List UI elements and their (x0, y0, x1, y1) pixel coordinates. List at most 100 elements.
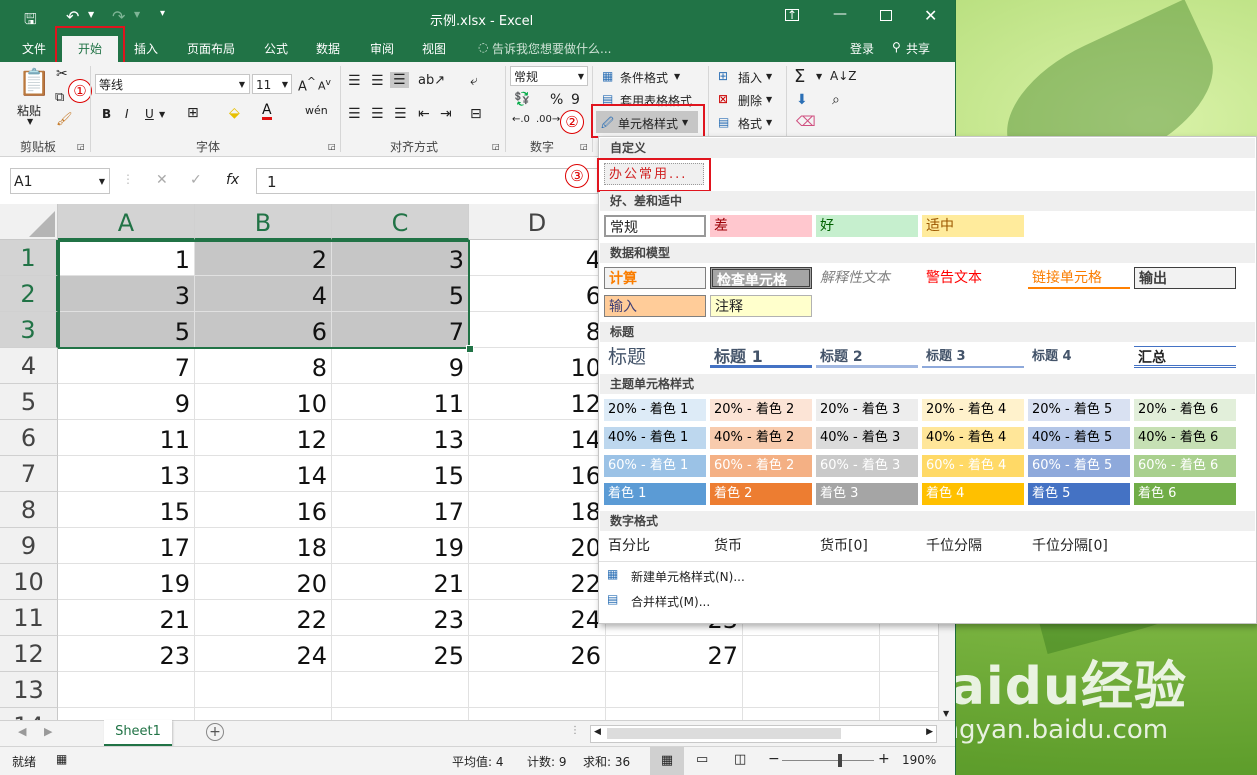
grid-cell[interactable]: 4 (469, 240, 606, 276)
row-header[interactable]: 9 (0, 528, 58, 564)
grid-cell[interactable]: 16 (195, 492, 332, 528)
grid-cell[interactable]: 20 (469, 528, 606, 564)
fill-icon[interactable]: ⬇ (796, 92, 808, 108)
sheet-prev-icon[interactable]: ◀ (18, 725, 26, 738)
increase-indent-icon[interactable]: ⇥ (440, 106, 452, 122)
find-select-icon[interactable]: ⌕ (832, 92, 840, 108)
copy-icon[interactable]: ⧉ (55, 90, 64, 105)
orientation-icon[interactable]: ab↗ (418, 73, 445, 88)
insert-function-button[interactable]: fx (226, 172, 239, 188)
fill-color-icon[interactable]: ⬙ (229, 105, 240, 121)
grid-cell[interactable]: 26 (469, 636, 606, 672)
grid-cell[interactable]: 14 (469, 420, 606, 456)
style-currency[interactable]: 货币 (710, 535, 812, 557)
font-color-icon[interactable]: A (262, 103, 272, 120)
merge-center-icon[interactable]: ⊟ (470, 106, 482, 122)
chevron-down-icon[interactable]: ▼ (766, 118, 772, 127)
paste-dropdown-icon[interactable]: ▼ (27, 117, 33, 126)
merge-styles-menu-item[interactable]: 合并样式(M)... (631, 593, 710, 610)
zoom-level[interactable]: 190% (902, 753, 936, 767)
underline-button[interactable]: U (145, 107, 154, 121)
grid-cell[interactable] (743, 708, 880, 720)
redo-dropdown-icon[interactable]: ▼ (134, 10, 140, 19)
dialog-launcher-icon[interactable]: ◲ (492, 142, 500, 151)
grid-cell[interactable]: 24 (195, 636, 332, 672)
style-theme-accent[interactable]: 60% - 着色 6 (1134, 455, 1236, 477)
fill-handle[interactable] (466, 345, 474, 353)
grid-cell[interactable]: 16 (469, 456, 606, 492)
tab-file[interactable]: 文件 (22, 40, 46, 57)
style-output[interactable]: 输出 (1134, 267, 1236, 289)
style-bad[interactable]: 差 (710, 215, 812, 237)
grid-cell[interactable]: 9 (332, 348, 469, 384)
row-header[interactable]: 3 (0, 312, 58, 348)
font-name-field[interactable]: 等线 ▼ (95, 74, 250, 94)
grid-cell[interactable]: 17 (332, 492, 469, 528)
style-good[interactable]: 好 (816, 215, 918, 237)
undo-icon[interactable]: ↶ (66, 7, 79, 26)
grid-cell[interactable] (332, 672, 469, 708)
chevron-down-icon[interactable]: ▼ (159, 110, 165, 119)
row-header[interactable]: 12 (0, 636, 58, 672)
grid-cell[interactable]: 21 (58, 600, 195, 636)
chevron-down-icon[interactable]: ▼ (816, 72, 822, 81)
grid-cell[interactable]: 8 (195, 348, 332, 384)
grid-cell[interactable]: 12 (195, 420, 332, 456)
style-theme-accent[interactable]: 着色 6 (1134, 483, 1236, 505)
row-header[interactable]: 6 (0, 420, 58, 456)
grid-cell[interactable]: 10 (195, 384, 332, 420)
row-header[interactable]: 1 (0, 240, 58, 276)
align-bottom-icon[interactable]: ☰ (390, 72, 409, 88)
maximize-icon[interactable] (880, 10, 892, 21)
style-input[interactable]: 输入 (604, 295, 706, 317)
grid-cell[interactable]: 19 (58, 564, 195, 600)
column-header-c[interactable]: C (332, 204, 469, 240)
style-comma-0[interactable]: 千位分隔[0] (1028, 535, 1130, 557)
grid-cell[interactable]: 25 (332, 636, 469, 672)
grid-cell[interactable] (880, 636, 940, 672)
style-comma[interactable]: 千位分隔 (922, 535, 1024, 557)
style-heading-2[interactable]: 标题 2 (816, 346, 918, 368)
grid-cell[interactable]: 11 (332, 384, 469, 420)
grid-cell[interactable]: 8 (469, 312, 606, 348)
conditional-format-button[interactable]: 条件格式 (620, 69, 668, 86)
tab-view[interactable]: 视图 (422, 40, 446, 57)
wrap-text-icon[interactable]: ⤶ (470, 73, 478, 89)
style-calculation[interactable]: 计算 (604, 267, 706, 289)
style-currency-0[interactable]: 货币[0] (816, 535, 918, 557)
grid-cell[interactable]: 11 (58, 420, 195, 456)
share-button[interactable]: 共享 (906, 40, 930, 57)
grid-cell[interactable]: 20 (195, 564, 332, 600)
tab-data[interactable]: 数据 (316, 40, 340, 57)
style-theme-accent[interactable]: 40% - 着色 3 (816, 427, 918, 449)
scroll-left-icon[interactable]: ◀ (594, 727, 601, 737)
grid-cell[interactable]: 14 (195, 456, 332, 492)
grid-cell[interactable]: 15 (332, 456, 469, 492)
dialog-launcher-icon[interactable]: ◲ (580, 142, 588, 151)
row-header[interactable]: 7 (0, 456, 58, 492)
align-middle-icon[interactable]: ☰ (371, 73, 384, 89)
tab-formulas[interactable]: 公式 (264, 40, 288, 57)
increase-decimal-icon[interactable]: ←.0 (512, 114, 530, 125)
row-header[interactable]: 5 (0, 384, 58, 420)
style-explanatory[interactable]: 解释性文本 (816, 267, 918, 289)
autosum-icon[interactable]: Σ (794, 66, 805, 87)
horizontal-scroll-thumb[interactable] (607, 728, 841, 739)
style-heading-1[interactable]: 标题 1 (710, 346, 812, 368)
style-neutral[interactable]: 适中 (922, 215, 1024, 237)
grid-cell[interactable]: 19 (332, 528, 469, 564)
style-theme-accent[interactable]: 40% - 着色 6 (1134, 427, 1236, 449)
format-painter-icon[interactable]: 🖌 (56, 112, 73, 127)
increase-font-icon[interactable]: A^ (298, 75, 316, 94)
row-header[interactable]: 13 (0, 672, 58, 708)
style-theme-accent[interactable]: 20% - 着色 5 (1028, 399, 1130, 421)
style-theme-accent[interactable]: 60% - 着色 1 (604, 455, 706, 477)
grid-cell[interactable]: 21 (332, 564, 469, 600)
column-header-a[interactable]: A (58, 204, 195, 240)
grid-cell[interactable] (58, 672, 195, 708)
grid-cell[interactable] (606, 708, 743, 720)
grid-cell[interactable]: 22 (469, 564, 606, 600)
sort-filter-icon[interactable]: A↓Z (830, 69, 856, 83)
align-left-icon[interactable]: ☰ (348, 106, 361, 122)
dialog-launcher-icon[interactable]: ◲ (328, 142, 336, 151)
